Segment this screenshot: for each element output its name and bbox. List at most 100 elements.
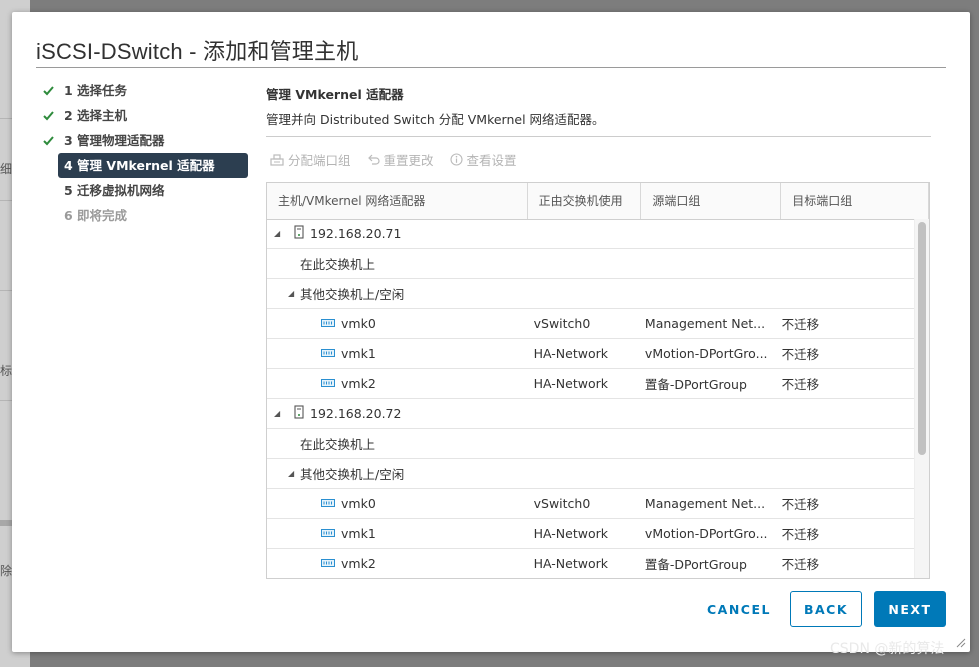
reset-changes-label: 重置更改: [383, 152, 434, 168]
cell-adapter: vmk2: [267, 556, 523, 571]
cell-adapter: vmk2: [267, 376, 523, 391]
expand-caret-icon[interactable]: ◢: [288, 289, 296, 298]
cell-destination-portgroup: 不迁移: [781, 557, 820, 572]
row-name: vmk2: [341, 376, 376, 391]
checkmark-icon: [43, 86, 54, 96]
host-icon: [294, 225, 304, 242]
view-settings-button[interactable]: 查看设置: [449, 150, 517, 169]
row-name: 192.168.20.72: [310, 406, 402, 421]
wizard-step-label: 6 即将完成: [64, 208, 128, 223]
group-row[interactable]: ◢ 其他交换机上/空闲: [267, 279, 915, 309]
cell-switch: vSwitch0: [533, 316, 591, 331]
wizard-step-1[interactable]: 1 选择任务: [40, 78, 248, 103]
step-content: 管理 VMkernel 适配器 管理并向 Distributed Switch …: [266, 82, 931, 579]
wizard-step-4[interactable]: 4 管理 VMkernel 适配器: [58, 153, 248, 178]
info-icon: [449, 152, 463, 166]
cell-switch: HA-Network: [533, 376, 608, 391]
adapter-row[interactable]: vmk1 HA-Network vMotion-DPortGro... 不迁移: [267, 519, 915, 549]
background-text: 细: [0, 162, 13, 176]
assign-portgroup-button[interactable]: 分配端口组: [270, 150, 351, 169]
wizard-steps: 1 选择任务 2 选择主机 3 管理物理适配器 4 管理 VMkernel 适配器 5 …: [40, 78, 248, 228]
column-header-source-portgroup[interactable]: 源端口组: [641, 183, 782, 219]
row-name: 其他交换机上/空闲: [300, 467, 405, 482]
section-description: 管理并向 Distributed Switch 分配 VMkernel 网络适配…: [266, 112, 605, 127]
dialog-footer: CANCEL BACK NEXT: [702, 591, 946, 627]
expand-caret-icon[interactable]: ◢: [288, 469, 296, 478]
reset-changes-button[interactable]: 重置更改: [367, 150, 434, 169]
group-row[interactable]: 在此交换机上: [267, 249, 915, 279]
background-text: 标: [0, 364, 13, 378]
row-name: 192.168.20.71: [310, 226, 402, 241]
wizard-step-label: 2 选择主机: [64, 108, 128, 123]
grid-scrollbar[interactable]: [914, 219, 929, 578]
column-header-destination-portgroup[interactable]: 目标端口组: [781, 183, 929, 219]
cell-adapter: vmk0: [267, 496, 523, 511]
view-settings-label: 查看设置: [466, 152, 517, 168]
wizard-step-2[interactable]: 2 选择主机: [40, 103, 248, 128]
vmkernel-adapter-icon: [321, 526, 335, 541]
row-name: 在此交换机上: [300, 437, 376, 452]
cell-adapter: vmk0: [267, 316, 523, 331]
vmkernel-adapter-icon: [321, 376, 335, 391]
vmkernel-adapter-icon: [321, 346, 335, 361]
row-name: vmk1: [341, 346, 376, 361]
wizard-step-5[interactable]: 5 迁移虚拟机网络: [40, 178, 248, 203]
vmkernel-adapter-grid: 主机/VMkernel 网络适配器 正由交换机使用 源端口组 目标端口组 ◢ 19…: [266, 182, 930, 579]
cell-adapter: ◢ 其他交换机上/空闲: [267, 284, 522, 303]
cell-source-portgroup: 置备-DPortGroup: [644, 557, 747, 572]
cell-switch: HA-Network: [533, 526, 608, 541]
vmkernel-adapter-icon: [321, 316, 335, 331]
adapter-row[interactable]: vmk2 HA-Network 置备-DPortGroup 不迁移: [267, 549, 915, 578]
cell-adapter: vmk1: [267, 346, 523, 361]
cell-source-portgroup: vMotion-DPortGro...: [644, 526, 768, 541]
dialog-title: iSCSI-DSwitch - 添加和管理主机: [36, 39, 359, 64]
column-header-in-use-by-switch[interactable]: 正由交换机使用: [528, 183, 642, 219]
watermark: CSDN @新的算法: [830, 641, 945, 657]
cell-switch: HA-Network: [533, 346, 608, 361]
column-header-host-adapter[interactable]: 主机/VMkernel 网络适配器: [267, 183, 528, 219]
background-text: 除: [0, 564, 13, 578]
resize-grip-icon[interactable]: [954, 636, 966, 648]
section-title: 管理 VMkernel 适配器: [266, 87, 404, 102]
title-divider: [36, 67, 946, 68]
cell-adapter: ◢ 192.168.20.72: [267, 405, 522, 422]
wizard-step-label: 3 管理物理适配器: [64, 133, 165, 148]
expand-caret-icon[interactable]: ◢: [274, 229, 282, 238]
cell-switch: HA-Network: [533, 556, 608, 571]
add-manage-hosts-dialog: iSCSI-DSwitch - 添加和管理主机 1 选择任务 2 选择主机 3 管理…: [12, 12, 970, 652]
cell-source-portgroup: vMotion-DPortGro...: [644, 346, 768, 361]
cell-destination-portgroup: 不迁移: [781, 377, 820, 392]
back-button[interactable]: BACK: [790, 591, 862, 627]
row-name: 在此交换机上: [300, 257, 376, 272]
vmkernel-adapter-icon: [321, 556, 335, 571]
cell-adapter: ◢ 其他交换机上/空闲: [267, 464, 522, 483]
group-row[interactable]: ◢ 其他交换机上/空闲: [267, 459, 915, 489]
cell-source-portgroup: 置备-DPortGroup: [644, 377, 747, 392]
cell-destination-portgroup: 不迁移: [781, 347, 820, 362]
next-button[interactable]: NEXT: [874, 591, 946, 627]
host-row[interactable]: ◢ 192.168.20.72: [267, 399, 915, 429]
wizard-step-6: 6 即将完成: [40, 203, 248, 228]
vmkernel-adapter-icon: [321, 496, 335, 511]
host-row[interactable]: ◢ 192.168.20.71: [267, 219, 915, 249]
grid-header: 主机/VMkernel 网络适配器 正由交换机使用 源端口组 目标端口组: [267, 183, 929, 220]
grid-toolbar: 分配端口组 重置更改 查看设置: [266, 147, 931, 171]
grid-scrollbar-thumb[interactable]: [918, 222, 926, 455]
wizard-step-label: 5 迁移虚拟机网络: [64, 183, 165, 198]
host-icon: [294, 405, 304, 422]
group-row[interactable]: 在此交换机上: [267, 429, 915, 459]
wizard-step-3[interactable]: 3 管理物理适配器: [40, 128, 248, 153]
cell-destination-portgroup: 不迁移: [781, 317, 820, 332]
cancel-button[interactable]: CANCEL: [702, 591, 776, 627]
adapter-row[interactable]: vmk2 HA-Network 置备-DPortGroup 不迁移: [267, 369, 915, 399]
cell-source-portgroup: Management Net...: [644, 496, 766, 511]
assign-portgroup-label: 分配端口组: [288, 152, 351, 168]
adapter-row[interactable]: vmk1 HA-Network vMotion-DPortGro... 不迁移: [267, 339, 915, 369]
expand-caret-icon[interactable]: ◢: [274, 409, 282, 418]
row-name: vmk0: [341, 316, 376, 331]
adapter-row[interactable]: vmk0 vSwitch0 Management Net... 不迁移: [267, 309, 915, 339]
cell-adapter: 在此交换机上: [267, 254, 522, 273]
adapter-row[interactable]: vmk0 vSwitch0 Management Net... 不迁移: [267, 489, 915, 519]
cell-destination-portgroup: 不迁移: [781, 527, 820, 542]
row-name: 其他交换机上/空闲: [300, 287, 405, 302]
